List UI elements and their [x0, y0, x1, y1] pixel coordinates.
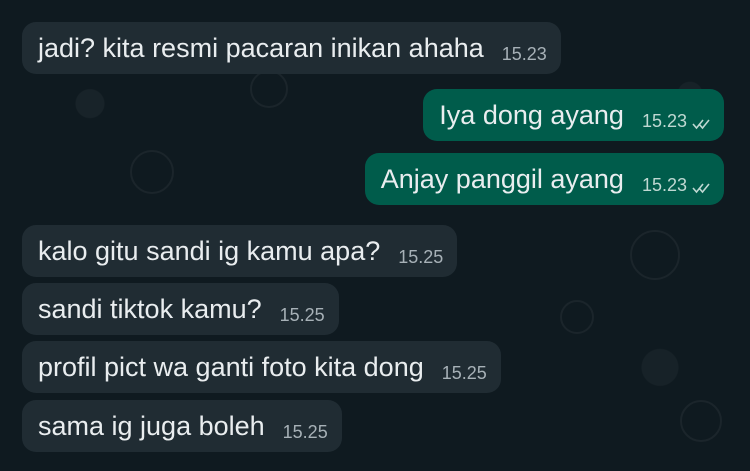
wallpaper-doodle: [630, 230, 680, 280]
message-bubble-incoming[interactable]: sandi tiktok kamu? 15.25: [22, 283, 339, 335]
message-text: profil pict wa ganti foto kita dong: [38, 351, 424, 382]
message-bubble-incoming[interactable]: kalo gitu sandi ig kamu apa? 15.25: [22, 225, 458, 277]
message-timestamp: 15.23: [501, 44, 547, 64]
message-text: Anjay panggil ayang: [380, 163, 624, 194]
message-text: jadi? kita resmi pacaran inikan ahaha: [38, 32, 484, 63]
message-bubble-incoming[interactable]: jadi? kita resmi pacaran inikan ahaha 15…: [22, 22, 561, 74]
message-text: kalo gitu sandi ig kamu apa?: [38, 235, 381, 266]
message-text: sama ig juga boleh: [38, 410, 265, 441]
message-timestamp: 15.23: [641, 111, 687, 131]
message-text: Iya dong ayang: [439, 99, 624, 130]
message-timestamp: 15.25: [279, 305, 325, 325]
chat-area[interactable]: jadi? kita resmi pacaran inikan ahaha 15…: [0, 0, 750, 471]
message-text: sandi tiktok kamu?: [38, 293, 262, 324]
wallpaper-doodle: [130, 150, 174, 194]
message-bubble-incoming[interactable]: sama ig juga boleh 15.25: [22, 400, 342, 452]
message-bubble-outgoing[interactable]: Iya dong ayang 15.23: [423, 89, 724, 141]
wallpaper-doodle: [680, 400, 722, 442]
message-bubble-incoming[interactable]: profil pict wa ganti foto kita dong 15.2…: [22, 341, 501, 393]
read-ticks-icon: [692, 119, 710, 130]
message-timestamp: 15.25: [282, 422, 328, 442]
message-timestamp: 15.23: [641, 175, 687, 195]
message-bubble-outgoing[interactable]: Anjay panggil ayang 15.23: [364, 153, 724, 205]
wallpaper-doodle: [250, 70, 288, 108]
message-timestamp: 15.25: [441, 363, 487, 383]
message-timestamp: 15.25: [398, 247, 444, 267]
wallpaper-doodle: [560, 300, 594, 334]
read-ticks-icon: [692, 183, 710, 194]
